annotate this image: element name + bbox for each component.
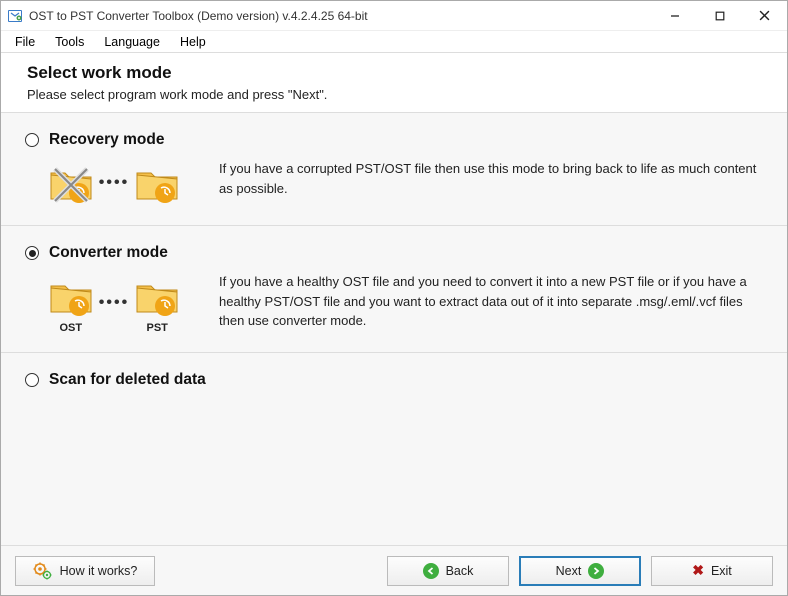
radio-recovery[interactable] [25, 133, 39, 147]
broken-folder-icon [47, 159, 95, 207]
footer: How it works? Back Next ✖ Exit [1, 545, 787, 595]
next-button[interactable]: Next [519, 556, 641, 586]
page-header: Select work mode Please select program w… [1, 53, 787, 112]
pst-folder-icon [133, 272, 181, 320]
menu-file[interactable]: File [5, 33, 45, 51]
mode-scan[interactable]: Scan for deleted data [1, 353, 787, 473]
recovery-illustration: •••• [29, 159, 199, 207]
mode-recovery-desc: If you have a corrupted PST/OST file the… [219, 159, 763, 198]
radio-scan[interactable] [25, 373, 39, 387]
how-it-works-label: How it works? [60, 564, 138, 578]
mode-list: Recovery mode [1, 112, 787, 545]
mode-recovery-title: Recovery mode [49, 131, 164, 149]
menu-tools[interactable]: Tools [45, 33, 94, 51]
mode-converter[interactable]: Converter mode OST •••• [1, 226, 787, 353]
minimize-button[interactable] [652, 1, 697, 30]
folder-icon [133, 159, 181, 207]
how-it-works-button[interactable]: How it works? [15, 556, 155, 586]
back-label: Back [446, 564, 474, 578]
menubar: File Tools Language Help [1, 31, 787, 53]
window-title: OST to PST Converter Toolbox (Demo versi… [29, 9, 652, 23]
ost-folder-icon [47, 272, 95, 320]
page-title: Select work mode [27, 63, 761, 83]
close-x-icon: ✖ [692, 562, 704, 579]
menu-help[interactable]: Help [170, 33, 216, 51]
app-icon [7, 8, 23, 24]
dots-icon: •••• [99, 294, 129, 312]
gear-icon [33, 562, 53, 580]
mode-recovery[interactable]: Recovery mode [1, 113, 787, 226]
ost-label: OST [59, 322, 82, 334]
titlebar: OST to PST Converter Toolbox (Demo versi… [1, 1, 787, 31]
mode-converter-title: Converter mode [49, 244, 168, 262]
back-button[interactable]: Back [387, 556, 509, 586]
menu-language[interactable]: Language [94, 33, 170, 51]
dots-icon: •••• [99, 174, 129, 192]
arrow-right-icon [588, 563, 604, 579]
mode-converter-desc: If you have a healthy OST file and you n… [219, 272, 763, 331]
exit-label: Exit [711, 564, 732, 578]
close-button[interactable] [742, 1, 787, 30]
window-controls [652, 1, 787, 30]
next-label: Next [556, 564, 582, 578]
radio-converter[interactable] [25, 246, 39, 260]
maximize-button[interactable] [697, 1, 742, 30]
arrow-left-icon [423, 563, 439, 579]
converter-illustration: OST •••• PST [29, 272, 199, 334]
pst-label: PST [147, 322, 168, 334]
exit-button[interactable]: ✖ Exit [651, 556, 773, 586]
page-subtitle: Please select program work mode and pres… [27, 87, 761, 102]
mode-scan-title: Scan for deleted data [49, 371, 206, 389]
